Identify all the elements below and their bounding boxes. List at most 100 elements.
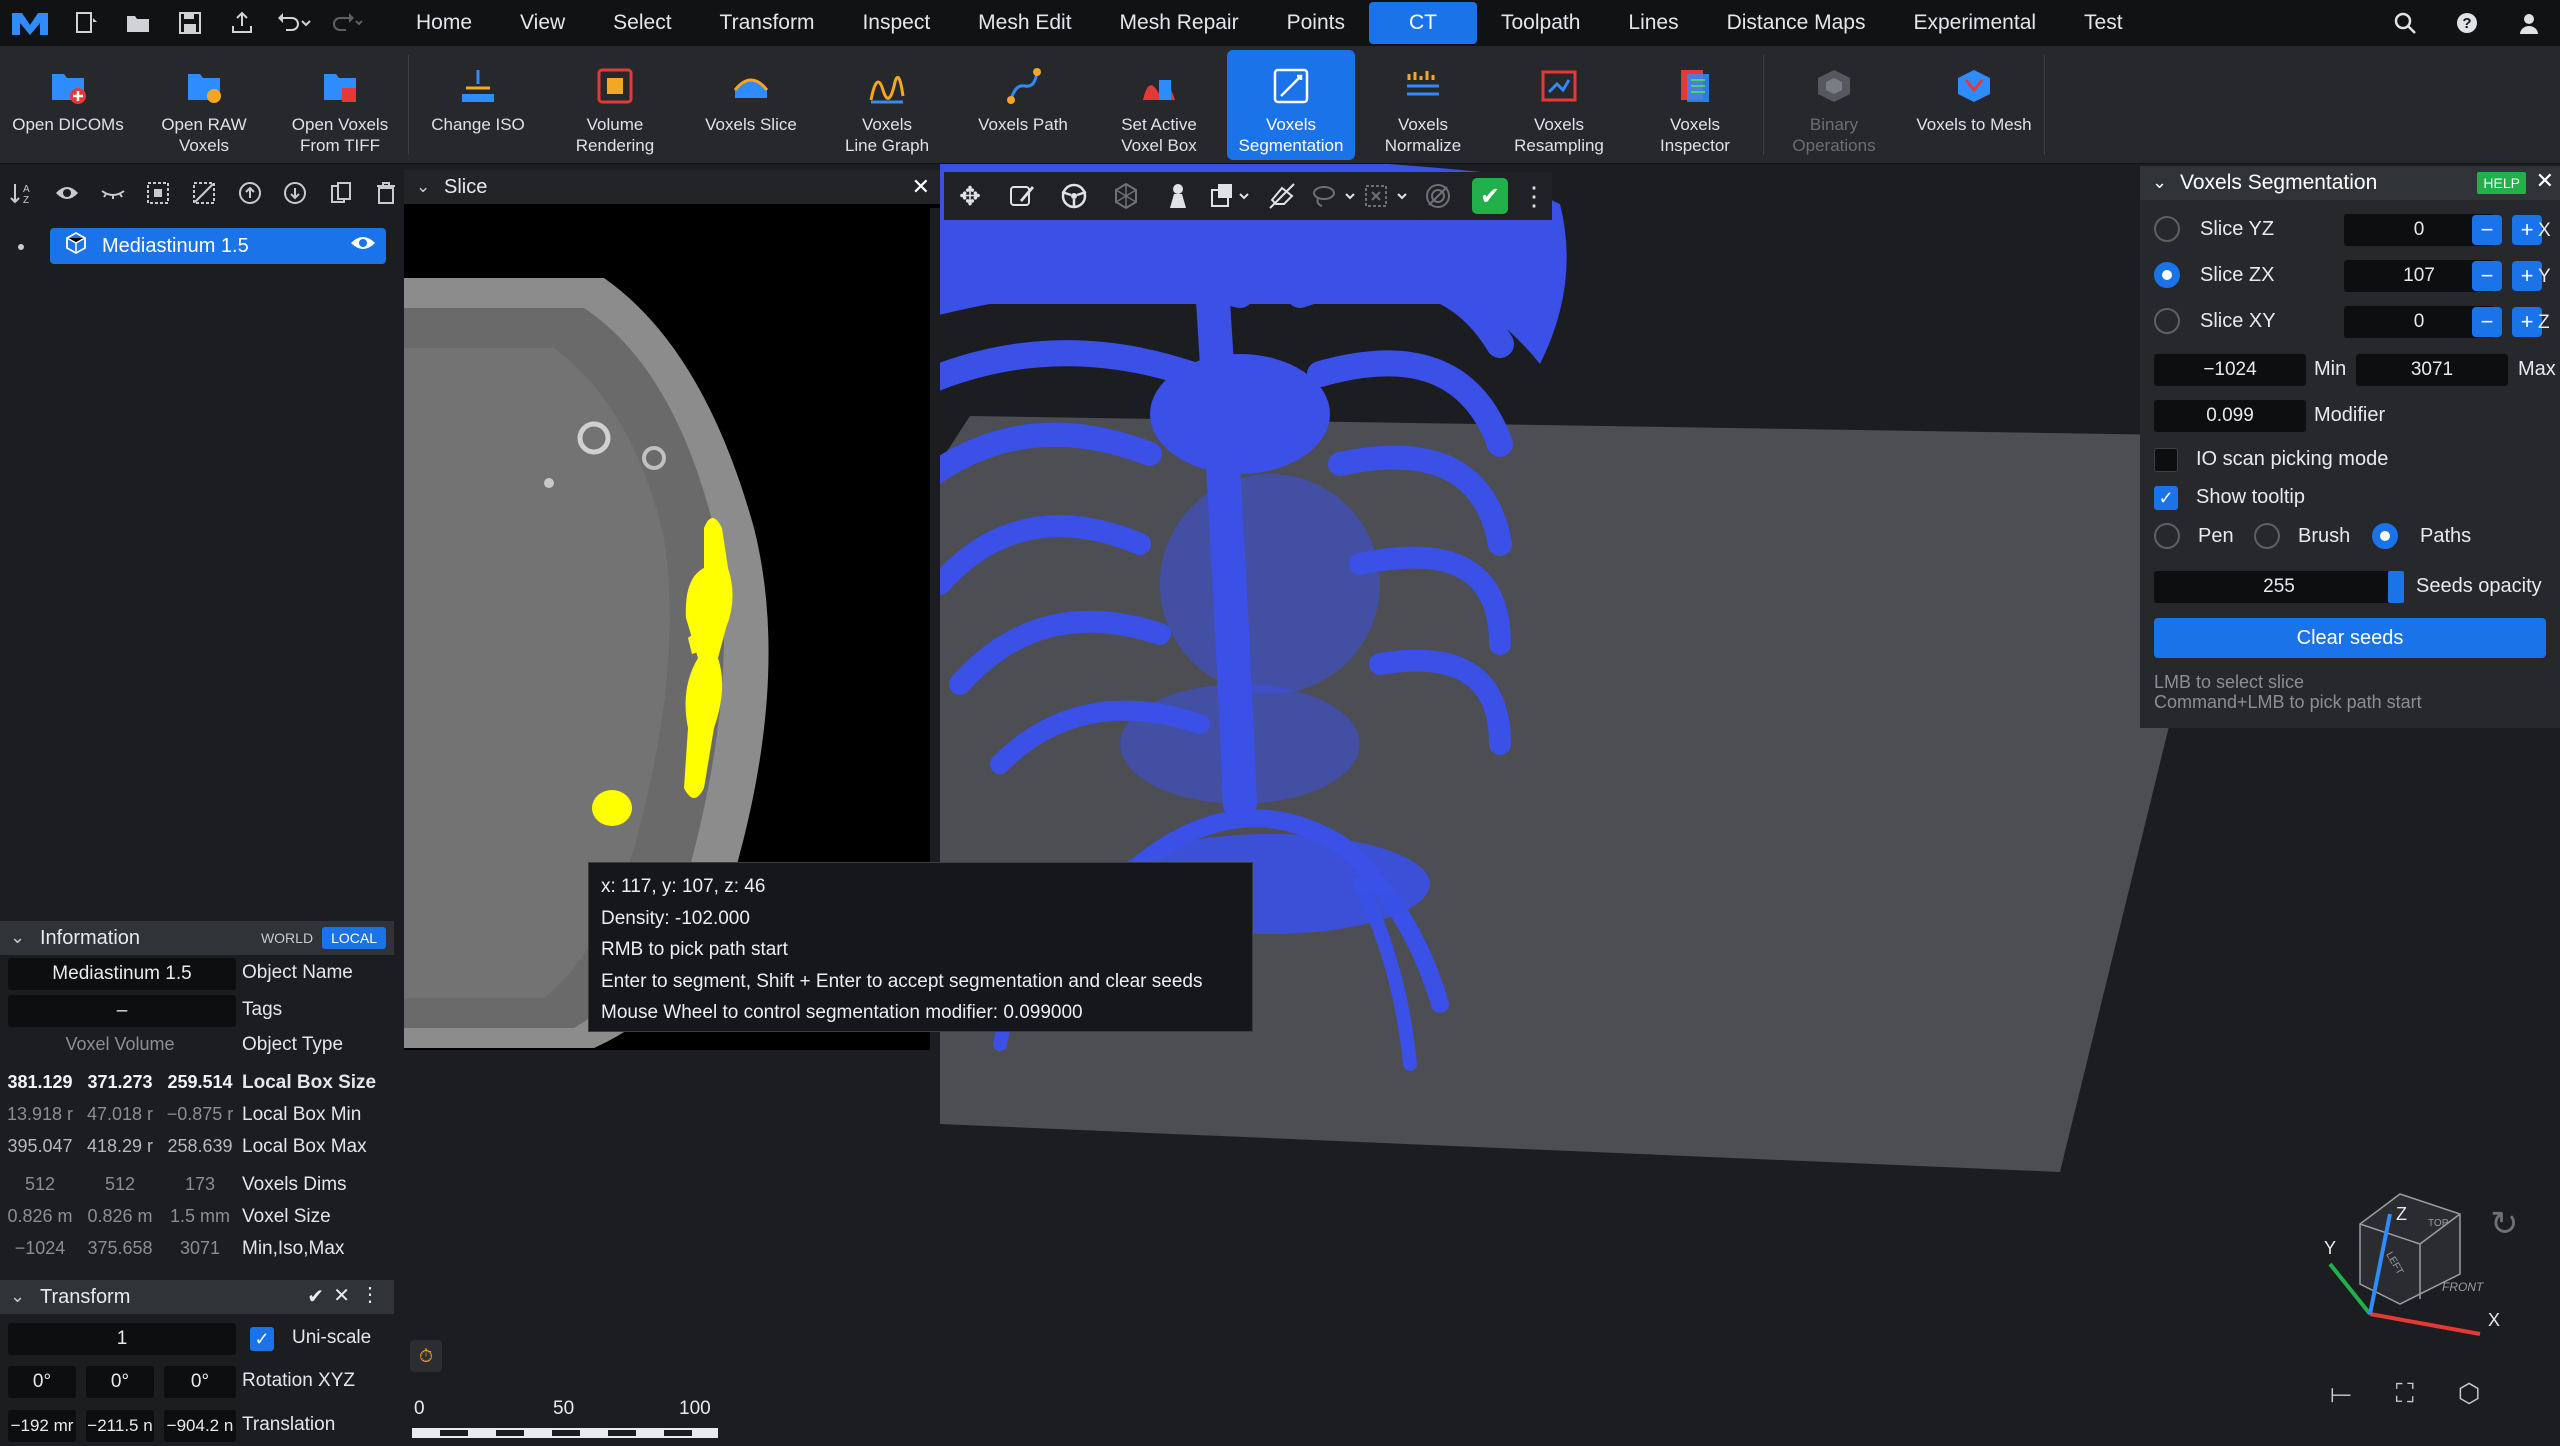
modifier-input[interactable]: 0.099: [2154, 400, 2306, 432]
menu-view[interactable]: View: [496, 0, 589, 46]
delete-icon[interactable]: [373, 179, 401, 207]
menu-inspect[interactable]: Inspect: [838, 0, 954, 46]
seeds-opacity-handle[interactable]: [2388, 571, 2404, 603]
steering-icon[interactable]: [1048, 172, 1100, 220]
paint-selection-icon[interactable]: [996, 172, 1048, 220]
select-all-icon[interactable]: [145, 179, 173, 207]
local-toggle[interactable]: LOCAL: [322, 927, 386, 949]
open-folder-icon[interactable]: [112, 0, 164, 46]
voxels-normalize-button[interactable]: Voxels Normalize: [1355, 46, 1491, 164]
save-icon[interactable]: [164, 0, 216, 46]
redo-icon[interactable]: [320, 0, 372, 46]
undo-icon[interactable]: [268, 0, 320, 46]
cube-view-icon[interactable]: ⬡: [2458, 1378, 2481, 1410]
seeds-opacity-slider[interactable]: 255: [2154, 571, 2404, 603]
voxels-path-button[interactable]: Voxels Path: [955, 46, 1091, 164]
help-icon[interactable]: ?: [2436, 0, 2498, 46]
menu-toolpath[interactable]: Toolpath: [1477, 0, 1604, 46]
user-icon[interactable]: [2498, 0, 2560, 46]
show-tooltip-checkbox[interactable]: ✓: [2154, 486, 2178, 510]
eraser-icon[interactable]: [1256, 172, 1308, 220]
menu-home[interactable]: Home: [392, 0, 496, 46]
rotation-x-input[interactable]: 0°: [8, 1366, 76, 1398]
menu-select[interactable]: Select: [589, 0, 695, 46]
cube-front-label[interactable]: FRONT: [2442, 1280, 2483, 1294]
move-tool-icon[interactable]: ✥: [944, 172, 996, 220]
slice-xy-decrement[interactable]: −: [2472, 307, 2502, 337]
hide-all-icon[interactable]: [99, 179, 127, 207]
help-button[interactable]: HELP: [2477, 172, 2526, 194]
menu-points[interactable]: Points: [1263, 0, 1369, 46]
show-all-eye-icon[interactable]: [54, 179, 82, 207]
slice-zx-decrement[interactable]: −: [2472, 261, 2502, 291]
apply-check-icon[interactable]: ✔: [307, 1284, 324, 1309]
rotation-y-input[interactable]: 0°: [86, 1366, 154, 1398]
timer-icon[interactable]: ⏱: [410, 1340, 442, 1372]
confirm-check-icon[interactable]: ✔: [1464, 172, 1516, 220]
tags-field[interactable]: –: [8, 995, 236, 1027]
voxels-segmentation-button[interactable]: Voxels Segmentation: [1227, 50, 1355, 160]
lasso-icon[interactable]: [1308, 172, 1360, 220]
light-source-icon[interactable]: [1152, 172, 1204, 220]
binary-operations-button[interactable]: Binary Operations: [1764, 46, 1904, 164]
scale-input[interactable]: 1: [8, 1323, 236, 1355]
measure-icon[interactable]: ⟝: [2330, 1378, 2352, 1410]
scene-tree-item-mediastinum[interactable]: Mediastinum 1.5: [50, 228, 386, 264]
menu-distance-maps[interactable]: Distance Maps: [1703, 0, 1890, 46]
mode-brush-radio[interactable]: [2254, 523, 2280, 549]
open-voxels-tiff-button[interactable]: Open Voxels From TIFF: [272, 46, 408, 164]
open-dicoms-button[interactable]: Open DICOMs: [0, 46, 136, 164]
slice-panel-header[interactable]: ⌄ Slice ✕: [404, 170, 940, 204]
menu-ct[interactable]: CT: [1368, 2, 1477, 44]
slice-zx-radio[interactable]: [2154, 262, 2180, 288]
rotate-view-icon[interactable]: ↻: [2490, 1204, 2519, 1244]
voxels-resampling-button[interactable]: Voxels Resampling: [1491, 46, 1627, 164]
max-input[interactable]: 3071: [2356, 354, 2508, 386]
cube-top-label[interactable]: TOP: [2428, 1218, 2448, 1229]
voxels-to-mesh-button[interactable]: Voxels to Mesh: [1904, 46, 2044, 164]
export-icon[interactable]: [216, 0, 268, 46]
voxels-slice-button[interactable]: Voxels Slice: [683, 46, 819, 164]
reset-x-icon[interactable]: ✕: [333, 1283, 350, 1308]
information-section-header[interactable]: ⌄ Information WORLD LOCAL: [0, 921, 394, 955]
change-iso-button[interactable]: Change ISO: [409, 46, 547, 164]
slice-yz-radio[interactable]: [2154, 216, 2180, 242]
menu-mesh-repair[interactable]: Mesh Repair: [1096, 0, 1263, 46]
menu-lines[interactable]: Lines: [1604, 0, 1702, 46]
transform-copy-icon[interactable]: [1204, 172, 1256, 220]
app-logo-icon[interactable]: [0, 0, 60, 46]
new-document-icon[interactable]: [60, 0, 112, 46]
tool-panel-header[interactable]: ⌄ Voxels Segmentation HELP ✕: [2140, 166, 2560, 200]
translation-z-input[interactable]: −904.2 n: [164, 1410, 236, 1442]
translation-x-input[interactable]: −192 mr: [8, 1410, 76, 1442]
volume-rendering-button[interactable]: Volume Rendering: [547, 46, 683, 164]
translation-y-input[interactable]: −211.5 n: [86, 1410, 154, 1442]
voxels-inspector-button[interactable]: Voxels Inspector: [1627, 46, 1763, 164]
close-icon[interactable]: ✕: [912, 174, 930, 200]
menu-transform[interactable]: Transform: [696, 0, 839, 46]
rotation-z-input[interactable]: 0°: [164, 1366, 236, 1398]
menu-experimental[interactable]: Experimental: [1889, 0, 2060, 46]
world-toggle[interactable]: WORLD: [252, 927, 322, 949]
min-input[interactable]: −1024: [2154, 354, 2306, 386]
move-down-icon[interactable]: [281, 179, 309, 207]
mode-paths-radio[interactable]: [2372, 523, 2398, 549]
voxels-line-graph-button[interactable]: Voxels Line Graph: [819, 46, 955, 164]
deselect-icon[interactable]: [190, 179, 218, 207]
sort-icon[interactable]: AZ: [8, 179, 36, 207]
box-select-icon[interactable]: [1360, 172, 1412, 220]
search-icon[interactable]: [2374, 0, 2436, 46]
network-icon[interactable]: [1100, 172, 1152, 220]
uniscale-checkbox[interactable]: ✓: [250, 1327, 274, 1351]
visibility-eye-icon[interactable]: [350, 233, 376, 259]
menu-mesh-edit[interactable]: Mesh Edit: [954, 0, 1095, 46]
io-scan-checkbox[interactable]: [2154, 448, 2178, 472]
slice-xy-radio[interactable]: [2154, 308, 2180, 334]
object-name-field[interactable]: Mediastinum 1.5: [8, 958, 236, 990]
close-icon[interactable]: ✕: [2536, 168, 2554, 194]
move-up-icon[interactable]: [236, 179, 264, 207]
fit-view-icon[interactable]: ⛶: [2396, 1378, 2414, 1410]
menu-test[interactable]: Test: [2060, 0, 2147, 46]
mode-pen-radio[interactable]: [2154, 523, 2180, 549]
more-options-icon[interactable]: ⋮: [1516, 172, 1552, 220]
